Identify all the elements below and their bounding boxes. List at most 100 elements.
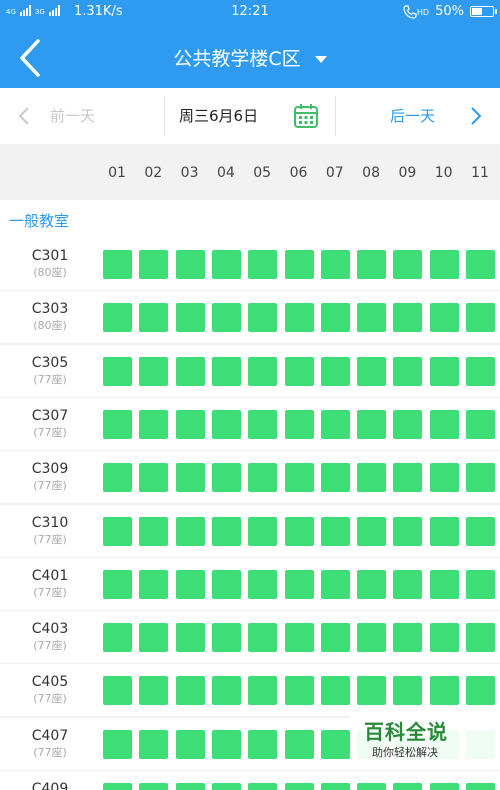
availability-cell[interactable] (393, 303, 423, 333)
availability-cell[interactable] (429, 676, 459, 706)
availability-cell[interactable] (393, 676, 423, 706)
availability-cell[interactable] (284, 409, 314, 439)
availability-cell[interactable] (357, 463, 387, 493)
availability-cell[interactable] (284, 569, 314, 599)
availability-cell[interactable] (393, 250, 423, 279)
availability-cell[interactable] (284, 463, 314, 493)
availability-cell[interactable] (103, 569, 132, 599)
availability-cell[interactable] (103, 676, 132, 706)
availability-cell[interactable] (175, 356, 205, 386)
availability-cell[interactable] (248, 623, 278, 653)
availability-cell[interactable] (248, 783, 278, 790)
availability-cell[interactable] (429, 783, 459, 790)
availability-cell[interactable] (139, 409, 169, 439)
availability-cell[interactable] (175, 729, 205, 759)
availability-cell[interactable] (211, 250, 241, 279)
availability-cell[interactable] (429, 409, 459, 439)
availability-cell[interactable] (357, 676, 387, 706)
availability-cell[interactable] (139, 623, 169, 653)
availability-cell[interactable] (393, 623, 423, 653)
building-selector[interactable]: 公共教学楼C区 (0, 44, 500, 71)
availability-cell[interactable] (393, 356, 423, 386)
availability-cell[interactable] (429, 569, 459, 599)
availability-cell[interactable] (393, 409, 423, 439)
availability-cell[interactable] (211, 303, 241, 333)
availability-cell[interactable] (320, 463, 350, 493)
availability-cell[interactable] (211, 569, 241, 599)
availability-cell[interactable] (284, 729, 314, 759)
availability-cell[interactable] (211, 729, 241, 759)
availability-cell[interactable] (103, 623, 132, 653)
availability-cell[interactable] (284, 356, 314, 386)
availability-cell[interactable] (393, 516, 423, 546)
availability-cell[interactable] (393, 569, 423, 599)
availability-cell[interactable] (175, 409, 205, 439)
availability-cell[interactable] (175, 569, 205, 599)
availability-cell[interactable] (320, 516, 350, 546)
availability-cell[interactable] (211, 516, 241, 546)
availability-cell[interactable] (248, 250, 278, 279)
availability-cell[interactable] (320, 569, 350, 599)
availability-cell[interactable] (320, 409, 350, 439)
availability-cell[interactable] (248, 569, 278, 599)
availability-cell[interactable] (466, 409, 495, 439)
availability-cell[interactable] (139, 729, 169, 759)
availability-cell[interactable] (284, 516, 314, 546)
availability-cell[interactable] (284, 623, 314, 653)
availability-cell[interactable] (248, 356, 278, 386)
availability-cell[interactable] (103, 250, 132, 279)
availability-cell[interactable] (175, 516, 205, 546)
availability-cell[interactable] (139, 516, 169, 546)
availability-cell[interactable] (248, 463, 278, 493)
availability-cell[interactable] (357, 250, 387, 279)
availability-cell[interactable] (320, 783, 350, 790)
availability-cell[interactable] (139, 356, 169, 386)
availability-cell[interactable] (466, 250, 495, 279)
availability-cell[interactable] (211, 783, 241, 790)
availability-cell[interactable] (357, 356, 387, 386)
availability-cell[interactable] (429, 463, 459, 493)
availability-cell[interactable] (357, 623, 387, 653)
availability-cell[interactable] (429, 303, 459, 333)
availability-cell[interactable] (175, 783, 205, 790)
availability-cell[interactable] (103, 303, 132, 333)
availability-cell[interactable] (175, 250, 205, 279)
availability-cell[interactable] (139, 569, 169, 599)
availability-cell[interactable] (103, 729, 132, 759)
availability-cell[interactable] (284, 676, 314, 706)
availability-cell[interactable] (357, 516, 387, 546)
availability-cell[interactable] (320, 676, 350, 706)
availability-cell[interactable] (466, 516, 495, 546)
availability-cell[interactable] (175, 463, 205, 493)
availability-cell[interactable] (466, 303, 495, 333)
availability-cell[interactable] (248, 729, 278, 759)
availability-cell[interactable] (248, 676, 278, 706)
availability-cell[interactable] (429, 516, 459, 546)
availability-cell[interactable] (357, 303, 387, 333)
availability-cell[interactable] (139, 676, 169, 706)
prev-day-button[interactable]: 前一天 (0, 88, 164, 144)
availability-cell[interactable] (139, 250, 169, 279)
availability-cell[interactable] (320, 250, 350, 279)
date-picker[interactable]: 周三6月6日 (165, 88, 335, 144)
availability-cell[interactable] (466, 463, 495, 493)
availability-cell[interactable] (103, 516, 132, 546)
availability-cell[interactable] (139, 463, 169, 493)
availability-cell[interactable] (466, 676, 495, 706)
availability-cell[interactable] (466, 623, 495, 653)
availability-cell[interactable] (248, 409, 278, 439)
availability-cell[interactable] (175, 303, 205, 333)
availability-cell[interactable] (357, 783, 387, 790)
availability-cell[interactable] (211, 409, 241, 439)
availability-cell[interactable] (393, 463, 423, 493)
availability-cell[interactable] (429, 356, 459, 386)
availability-cell[interactable] (284, 250, 314, 279)
availability-cell[interactable] (466, 783, 495, 790)
availability-cell[interactable] (320, 729, 350, 759)
availability-cell[interactable] (393, 783, 423, 790)
availability-cell[interactable] (103, 783, 132, 790)
availability-cell[interactable] (357, 569, 387, 599)
availability-cell[interactable] (103, 356, 132, 386)
availability-cell[interactable] (284, 783, 314, 790)
availability-cell[interactable] (248, 516, 278, 546)
